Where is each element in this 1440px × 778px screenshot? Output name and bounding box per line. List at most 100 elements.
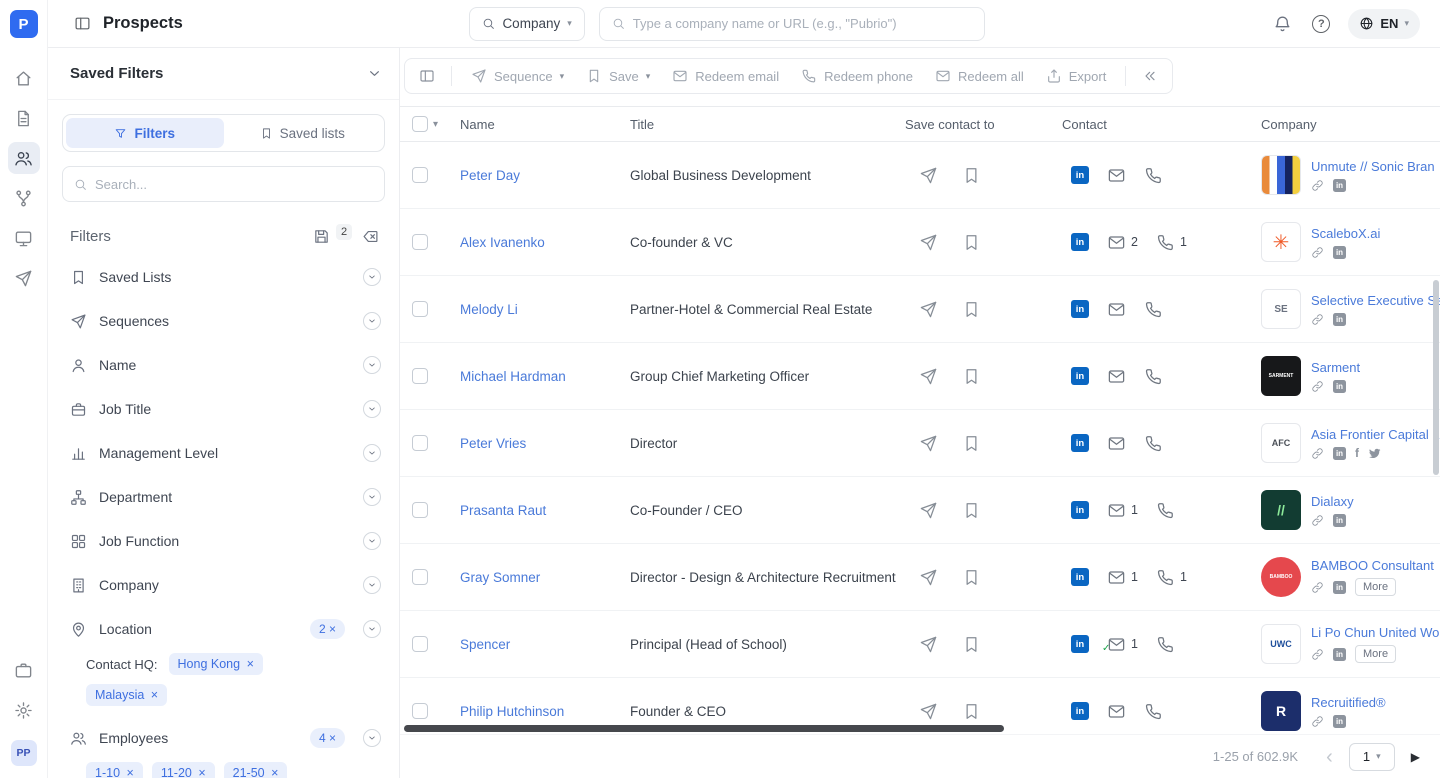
save-to-list-button[interactable] (962, 367, 981, 386)
redeem-email-button[interactable]: 2 (1107, 233, 1138, 252)
linkedin-profile-icon[interactable]: in (1071, 434, 1089, 452)
prospect-name-link[interactable]: Gray Somner (460, 570, 540, 585)
column-header-title[interactable]: Title (630, 117, 905, 132)
filter-item-management-level[interactable]: Management Level (48, 431, 399, 475)
expand-filter-icon[interactable] (363, 444, 381, 462)
add-to-sequence-button[interactable] (919, 568, 938, 587)
prospect-name-link[interactable]: Melody Li (460, 302, 518, 317)
redeem-phone-button[interactable] (1156, 501, 1175, 520)
filter-item-saved-lists[interactable]: Saved Lists (48, 255, 399, 299)
expand-filter-icon[interactable] (363, 488, 381, 506)
sidebar-toggle-icon[interactable] (72, 13, 93, 34)
select-menu-caret-icon[interactable]: ▾ (433, 119, 438, 130)
filter-chip[interactable]: Malaysia × (86, 684, 167, 706)
expand-filter-icon[interactable] (363, 268, 381, 286)
expand-filter-icon[interactable] (363, 620, 381, 638)
save-to-list-button[interactable] (962, 434, 981, 453)
company-linkedin-icon[interactable]: in (1333, 715, 1346, 728)
add-to-sequence-button[interactable] (919, 166, 938, 185)
redeem-email-button[interactable] (1107, 166, 1126, 185)
rail-item-nodes[interactable] (8, 182, 40, 214)
row-checkbox[interactable] (412, 569, 428, 585)
company-linkedin-icon[interactable]: in (1333, 648, 1346, 661)
company-name-link[interactable]: Unmute // Sonic Bran (1311, 159, 1435, 174)
user-avatar[interactable]: PP (11, 740, 37, 766)
facebook-icon[interactable]: f (1355, 447, 1359, 459)
website-link-icon[interactable] (1311, 514, 1324, 527)
add-to-sequence-button[interactable] (919, 367, 938, 386)
expand-filter-icon[interactable] (363, 729, 381, 747)
website-link-icon[interactable] (1311, 447, 1324, 460)
filter-item-job-title[interactable]: Job Title (48, 387, 399, 431)
rail-item-doc[interactable] (8, 102, 40, 134)
company-linkedin-icon[interactable]: in (1333, 380, 1346, 393)
remove-chip-icon[interactable]: × (123, 766, 134, 778)
redeem-email-button[interactable] (1107, 434, 1126, 453)
company-linkedin-icon[interactable]: in (1333, 447, 1346, 460)
chevron-down-icon[interactable] (366, 65, 383, 82)
more-links-button[interactable]: More (1355, 578, 1396, 596)
notifications-bell-icon[interactable] (1271, 12, 1294, 35)
horizontal-scrollbar[interactable] (404, 725, 1004, 732)
row-checkbox[interactable] (412, 368, 428, 384)
add-to-sequence-button[interactable] (919, 702, 938, 721)
linkedin-profile-icon[interactable]: in (1071, 568, 1089, 586)
add-to-sequence-button[interactable] (919, 501, 938, 520)
remove-chip-icon[interactable]: × (195, 766, 206, 778)
toolbar-save-button[interactable]: Save▾ (575, 62, 661, 90)
company-linkedin-icon[interactable]: in (1333, 581, 1346, 594)
company-name-link[interactable]: Selective Executive Se (1311, 293, 1440, 308)
toolbar-redeem-email-button[interactable]: Redeem email (661, 62, 790, 90)
filter-chip[interactable]: 21-50 × (224, 762, 288, 778)
rail-item-send[interactable] (8, 262, 40, 294)
company-linkedin-icon[interactable]: in (1333, 246, 1346, 259)
expand-filter-icon[interactable] (363, 312, 381, 330)
save-to-list-button[interactable] (962, 702, 981, 721)
rail-item-case[interactable] (8, 654, 40, 686)
row-checkbox[interactable] (412, 435, 428, 451)
filter-item-job-function[interactable]: Job Function (48, 519, 399, 563)
redeem-phone-button[interactable] (1144, 702, 1163, 721)
redeem-email-button[interactable] (1107, 300, 1126, 319)
company-linkedin-icon[interactable]: in (1333, 313, 1346, 326)
add-to-sequence-button[interactable] (919, 434, 938, 453)
redeem-phone-button[interactable]: 1 (1156, 568, 1187, 587)
filter-count-badge[interactable]: 4 × (310, 728, 345, 748)
filter-item-employees[interactable]: Employees4 × (48, 716, 399, 760)
prospect-name-link[interactable]: Peter Vries (460, 436, 526, 451)
linkedin-profile-icon[interactable]: in (1071, 702, 1089, 720)
page-select[interactable]: 1 ▾ (1349, 743, 1395, 771)
row-checkbox[interactable] (412, 167, 428, 183)
company-name-link[interactable]: BAMBOO Consultant (1311, 558, 1434, 573)
add-to-sequence-button[interactable] (919, 635, 938, 654)
add-to-sequence-button[interactable] (919, 233, 938, 252)
filter-item-company[interactable]: Company (48, 563, 399, 607)
company-name-link[interactable]: ScaleboX.ai (1311, 226, 1380, 241)
column-settings-button[interactable] (411, 62, 443, 90)
filter-item-location[interactable]: Location2 × (48, 607, 399, 651)
add-to-sequence-button[interactable] (919, 300, 938, 319)
remove-chip-icon[interactable]: × (268, 766, 279, 778)
filter-item-name[interactable]: Name (48, 343, 399, 387)
filter-chip[interactable]: 11-20 × (152, 762, 215, 778)
save-to-list-button[interactable] (962, 635, 981, 654)
expand-filter-icon[interactable] (363, 532, 381, 550)
collapse-toolbar-button[interactable] (1134, 62, 1166, 90)
linkedin-profile-icon[interactable]: in (1071, 367, 1089, 385)
company-name-link[interactable]: Sarment (1311, 360, 1360, 375)
company-linkedin-icon[interactable]: in (1333, 514, 1346, 527)
prospect-name-link[interactable]: Michael Hardman (460, 369, 566, 384)
redeem-email-button[interactable]: 1 (1107, 568, 1138, 587)
redeem-email-button[interactable] (1107, 702, 1126, 721)
column-header-company[interactable]: Company (1261, 117, 1440, 132)
prospect-name-link[interactable]: Philip Hutchinson (460, 704, 564, 719)
expand-filter-icon[interactable] (363, 356, 381, 374)
next-page-button[interactable]: ▶ (1411, 750, 1420, 764)
website-link-icon[interactable] (1311, 246, 1324, 259)
redeem-phone-button[interactable] (1144, 166, 1163, 185)
column-header-name[interactable]: Name (460, 117, 630, 132)
website-link-icon[interactable] (1311, 715, 1324, 728)
column-header-save-contact-to[interactable]: Save contact to (905, 117, 1062, 132)
toolbar-redeem-phone-button[interactable]: Redeem phone (790, 62, 924, 90)
company-name-link[interactable]: Dialaxy (1311, 494, 1354, 509)
